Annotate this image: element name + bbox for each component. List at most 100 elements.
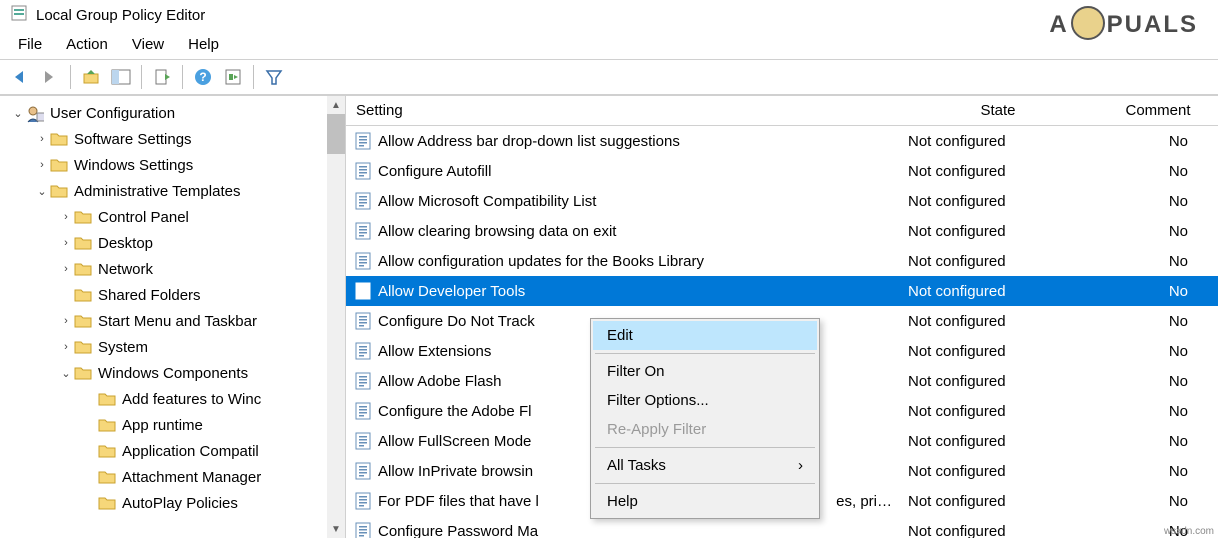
tree-label: Application Compatil <box>122 443 259 460</box>
expand-icon[interactable]: › <box>34 159 50 171</box>
setting-state: Not configured <box>898 283 1098 300</box>
expand-icon[interactable]: › <box>58 237 74 249</box>
menu-item-label: Filter On <box>607 363 665 380</box>
toolbar-separator <box>182 65 183 89</box>
setting-comment: No <box>1098 253 1218 270</box>
tree-node[interactable]: ›Software Settings <box>10 126 345 152</box>
filter-button[interactable] <box>260 63 288 91</box>
tree-node[interactable]: ⌄Administrative Templates <box>10 178 345 204</box>
tree-node[interactable]: ›System <box>10 334 345 360</box>
setting-comment: No <box>1098 493 1218 510</box>
submenu-arrow-icon: › <box>798 457 803 474</box>
app-icon <box>10 4 28 26</box>
folder-icon <box>74 365 92 381</box>
list-header: Setting State Comment <box>346 96 1218 126</box>
tree-node[interactable]: ›Start Menu and Taskbar <box>10 308 345 334</box>
scroll-up-icon[interactable]: ▲ <box>327 96 345 114</box>
setting-row[interactable]: Allow Address bar drop-down list suggest… <box>346 126 1218 156</box>
setting-name: Configure Password Ma <box>378 523 538 539</box>
show-hide-tree-button[interactable] <box>107 63 135 91</box>
menu-item-label: Help <box>607 493 638 510</box>
expand-icon[interactable]: › <box>58 211 74 223</box>
help-button[interactable]: ? <box>189 63 217 91</box>
menu-divider <box>595 447 815 448</box>
policy-icon <box>354 462 372 480</box>
menubar: File Action View Help <box>0 30 1218 59</box>
menu-action[interactable]: Action <box>66 36 108 53</box>
tree-node[interactable]: Shared Folders <box>10 282 345 308</box>
setting-row[interactable]: Allow Microsoft Compatibility List Not co… <box>346 186 1218 216</box>
expand-icon[interactable]: › <box>58 263 74 275</box>
setting-state: Not configured <box>898 133 1098 150</box>
setting-row[interactable]: Allow configuration updates for the Book… <box>346 246 1218 276</box>
expand-icon[interactable]: › <box>34 133 50 145</box>
setting-state: Not configured <box>898 193 1098 210</box>
tree-node[interactable]: ›Windows Settings <box>10 152 345 178</box>
export-list-button[interactable] <box>148 63 176 91</box>
context-menu-item[interactable]: Filter Options... <box>593 386 817 415</box>
policy-icon <box>354 312 372 330</box>
folder-icon <box>98 495 116 511</box>
tree-label: App runtime <box>122 417 203 434</box>
back-button[interactable] <box>6 63 34 91</box>
context-menu-item[interactable]: All Tasks › <box>593 451 817 480</box>
context-menu-item[interactable]: Filter On <box>593 357 817 386</box>
policy-icon <box>354 342 372 360</box>
setting-state: Not configured <box>898 523 1098 539</box>
tree-node[interactable]: AutoPlay Policies <box>10 490 345 516</box>
policy-icon <box>354 192 372 210</box>
setting-row[interactable]: Configure AutofillNot configuredNo <box>346 156 1218 186</box>
setting-state: Not configured <box>898 493 1098 510</box>
expand-icon[interactable]: ⌄ <box>34 185 50 198</box>
setting-row[interactable]: Allow clearing browsing data on exitNot … <box>346 216 1218 246</box>
tree-node[interactable]: › Network <box>10 256 345 282</box>
context-menu-item[interactable]: Edit <box>593 321 817 350</box>
tree-node[interactable]: ›Desktop <box>10 230 345 256</box>
forward-button[interactable] <box>36 63 64 91</box>
tree-node[interactable]: ›Control Panel <box>10 204 345 230</box>
folder-icon <box>74 261 92 277</box>
menu-item-label: Edit <box>607 327 633 344</box>
tree-node[interactable]: ⌄ Windows Components <box>10 360 345 386</box>
context-menu-item[interactable]: Help <box>593 487 817 516</box>
tree-label: Windows Components <box>98 365 248 382</box>
expand-icon[interactable]: › <box>58 315 74 327</box>
column-comment[interactable]: Comment <box>1098 102 1218 119</box>
scroll-thumb[interactable] <box>327 114 345 154</box>
setting-name: Allow Microsoft Compatibility List <box>378 193 596 210</box>
setting-name: Allow InPrivate browsin <box>378 463 533 480</box>
menu-file[interactable]: File <box>18 36 42 53</box>
tree-scrollbar[interactable]: ▲ ▼ <box>327 96 345 538</box>
setting-state: Not configured <box>898 313 1098 330</box>
up-button[interactable] <box>77 63 105 91</box>
folder-icon <box>50 157 68 173</box>
menu-item-label: All Tasks <box>607 457 666 474</box>
tree-node[interactable]: Add features to Winc <box>10 386 345 412</box>
tree-label: User Configuration <box>50 105 175 122</box>
tree-node[interactable]: ⌄ User Configuration <box>10 100 345 126</box>
tree-node[interactable]: Application Compatil <box>10 438 345 464</box>
expand-icon[interactable]: ⌄ <box>10 107 26 120</box>
menu-help[interactable]: Help <box>188 36 219 53</box>
column-setting[interactable]: Setting <box>346 102 898 119</box>
folder-icon <box>98 443 116 459</box>
setting-row[interactable]: Allow Developer ToolsNot configuredNo <box>346 276 1218 306</box>
policy-icon <box>354 432 372 450</box>
context-menu: EditFilter OnFilter Options...Re-Apply F… <box>590 318 820 519</box>
scroll-down-icon[interactable]: ▼ <box>327 520 345 538</box>
expand-icon[interactable]: › <box>58 341 74 353</box>
watermark-text: PUALS <box>1107 11 1198 39</box>
watermark-head-icon <box>1071 6 1105 40</box>
tree-node[interactable]: Attachment Manager <box>10 464 345 490</box>
watermark-logo: A PUALS <box>1049 8 1198 42</box>
tree-label: Network <box>98 261 153 278</box>
expand-icon[interactable]: ⌄ <box>58 367 74 380</box>
folder-icon <box>74 287 92 303</box>
folder-icon <box>50 131 68 147</box>
setting-row[interactable]: Configure Password MaNot configuredNo <box>346 516 1218 538</box>
properties-button[interactable] <box>219 63 247 91</box>
setting-name: Allow Developer Tools <box>378 283 525 300</box>
column-state[interactable]: State <box>898 102 1098 119</box>
tree-node[interactable]: App runtime <box>10 412 345 438</box>
menu-view[interactable]: View <box>132 36 164 53</box>
